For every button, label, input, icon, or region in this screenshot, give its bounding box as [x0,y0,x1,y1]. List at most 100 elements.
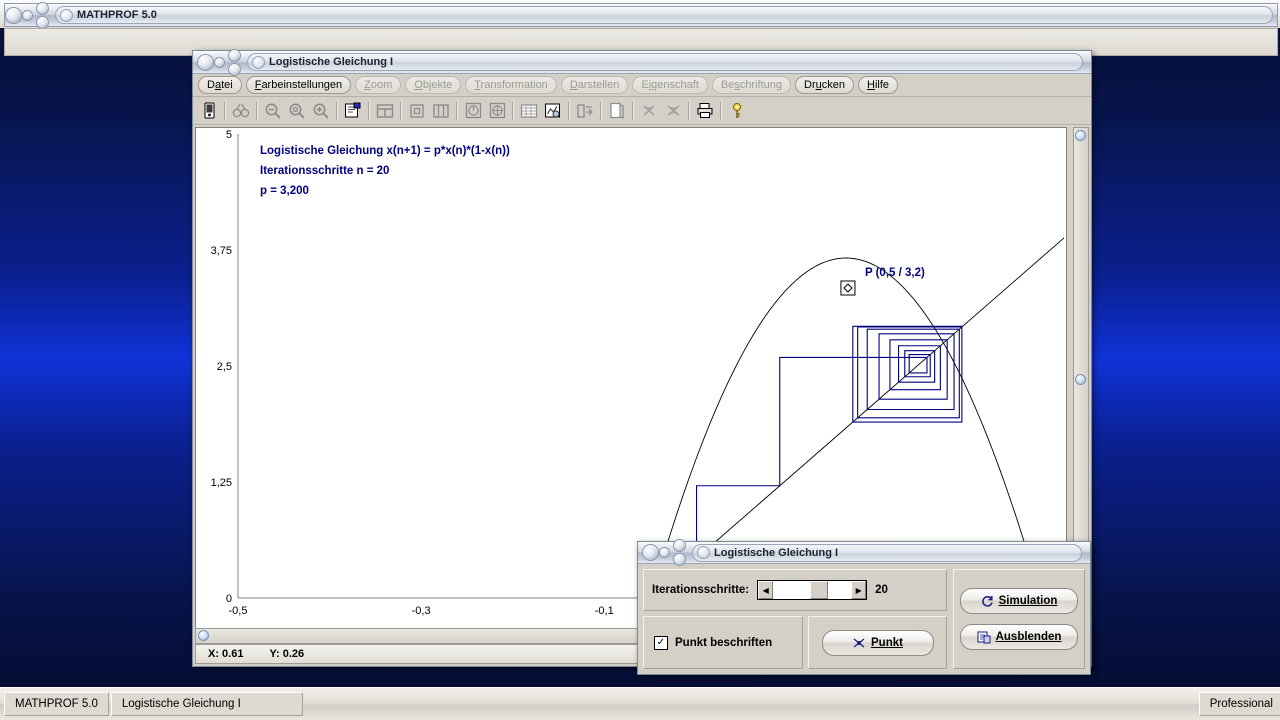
menu-item-zoom: Zoom [355,76,402,94]
simulation-button-label: Simulation [998,595,1058,607]
document-icon [252,55,265,69]
menu-item-hilfe[interactable]: Hilfe [858,76,899,94]
y-tick-label: 1,25 [211,477,232,489]
clock-icon[interactable] [461,99,485,122]
chart-annotation: Logistische Gleichung x(n+1) = p*x(n)*(1… [260,145,510,157]
settings-dialog: Logistische Gleichung I Iterationsschrit… [637,539,1091,675]
y-tick-label: 2,5 [217,361,232,373]
hscroll-left-thumb[interactable] [198,630,209,641]
target-icon[interactable] [485,99,509,122]
point-button-group: Punkt [808,616,947,669]
app-close-button[interactable] [5,6,22,24]
app-minimize-button[interactable] [22,9,33,21]
properties-icon[interactable] [341,99,365,122]
app-maximize-button[interactable] [36,1,49,15]
app-title-well: MATHPROF 5.0 [55,6,1273,24]
point-button-label: Punkt [871,636,903,649]
help-key-icon[interactable] [725,99,749,122]
fixed-point-label: P (0,5 / 3,2) [865,267,925,279]
dialog-icon [697,546,710,559]
book-icon[interactable] [605,99,629,122]
dialog-bottom-row: ✓ Punkt beschriften Punkt [643,616,947,669]
grid-small-icon[interactable] [405,99,429,122]
x-tick-label: -0,1 [595,605,614,617]
dialog-minimize-button[interactable] [659,547,670,558]
dialog-body: Iterationsschritte: ◀ ▶ 20 ✓ Punkt besch… [638,564,1090,674]
document-close-button[interactable] [197,53,214,71]
app-restore-button[interactable] [36,15,49,29]
document-maximize-button[interactable] [228,48,241,62]
document-title-well: Logistische Gleichung I [247,53,1083,71]
hide-window-icon [977,631,991,644]
toolbar-separator [720,101,722,120]
dialog-maximize-button[interactable] [673,539,686,552]
menu-item-beschriftung: Beschriftung [711,76,792,94]
table-icon[interactable] [517,99,541,122]
iterations-slider[interactable]: ◀ ▶ [757,580,868,600]
iterations-label: Iterationsschritte: [652,584,750,596]
chart-table-icon[interactable] [541,99,565,122]
window-layout-icon[interactable] [373,99,397,122]
toolbar-separator [456,101,458,120]
dialog-title-well: Logistische Gleichung I [692,543,1082,562]
menu-item-darstellen: Darstellen [560,76,629,94]
label-point-checkbox[interactable]: ✓ [654,635,668,650]
label-point-group: ✓ Punkt beschriften [643,616,803,669]
zoom-in-icon[interactable] [309,99,333,122]
app-title-bar: MATHPROF 5.0 [4,1,1278,29]
slider-right-arrow-icon[interactable]: ▶ [851,581,867,599]
simulation-button[interactable]: Simulation [960,588,1078,614]
columns-icon[interactable] [429,99,453,122]
vscroll-thumb[interactable] [1075,374,1086,385]
zoom-out-icon[interactable] [261,99,285,122]
dialog-right-column: Simulation Ausblenden [953,569,1085,669]
refresh-icon [981,595,993,607]
dialog-close-button[interactable] [642,544,659,561]
document-title-bar[interactable]: Logistische Gleichung I [193,48,1091,76]
taskbar-window-item[interactable]: Logistische Gleichung I [110,692,303,716]
toolbar-separator [400,101,402,120]
swap-panel-icon[interactable] [573,99,597,122]
menu-item-drucken[interactable]: Drucken [795,76,854,94]
label-point-checkbox-label: Punkt beschriften [675,636,773,649]
delete-all-icon[interactable] [661,99,685,122]
toolbar-separator [256,101,258,120]
binoculars-icon[interactable] [229,99,253,122]
app-title-text: MATHPROF 5.0 [77,9,157,21]
app-icon [60,8,73,22]
dialog-title-bar[interactable]: Logistische Gleichung I [638,539,1090,566]
module-icon[interactable] [197,99,221,122]
taskbar-tray-gap [1137,693,1197,715]
document-title-text: Logistische Gleichung I [269,56,394,68]
toolbar-separator [688,101,690,120]
hide-button[interactable]: Ausblenden [960,624,1078,650]
chart-annotation: Iterationsschritte n = 20 [260,165,389,177]
taskbar-app-item[interactable]: MATHPROF 5.0 [4,692,109,716]
document-restore-button[interactable] [228,62,241,76]
menu-item-datei[interactable]: Datei [198,76,242,94]
dialog-restore-button[interactable] [673,553,686,566]
taskbar: MATHPROF 5.0 Logistische Gleichung I Pro… [0,687,1280,720]
delete-object-icon[interactable] [637,99,661,122]
vscroll-up-thumb[interactable] [1075,130,1086,141]
y-tick-label: 5 [226,129,232,141]
slider-thumb[interactable] [810,581,829,599]
point-handle-box[interactable] [840,280,856,296]
print-icon[interactable] [693,99,717,122]
toolbar-separator [512,101,514,120]
x-tick-label: -0,5 [229,605,248,617]
menu-item-farbeinstellungen[interactable]: Farbeinstellungen [245,76,352,94]
hide-button-label: Ausblenden [995,631,1062,643]
chart-annotation: p = 3,200 [260,185,309,197]
iterations-value: 20 [875,584,888,596]
point-cross-icon [853,638,865,647]
zoom-reset-icon[interactable] [285,99,309,122]
taskbar-edition-badge: Professional [1198,692,1280,716]
dialog-window-button-stack [673,539,686,566]
slider-left-arrow-icon[interactable]: ◀ [758,581,774,599]
document-minimize-button[interactable] [214,56,225,68]
point-button[interactable]: Punkt [821,629,934,656]
menu-item-eigenschaft: Eigenschaft [632,76,708,94]
menu-item-objekte: Objekte [405,76,462,94]
document-window-button-stack [228,48,241,76]
